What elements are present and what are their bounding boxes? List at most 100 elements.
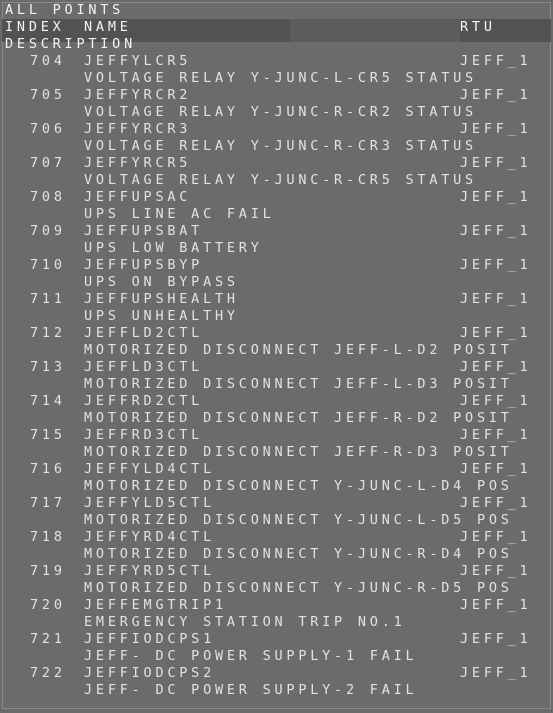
point-name: JEFFYRCR3	[84, 121, 192, 137]
point-rtu: JEFF_1	[460, 291, 532, 307]
rtu-column-header[interactable]: RTU	[460, 19, 496, 36]
point-index: 714	[30, 393, 66, 409]
index-column-header[interactable]: INDEX	[5, 19, 65, 36]
point-row[interactable]: 722 JEFFIODCPS2 JEFF_1	[2, 665, 551, 682]
point-rtu: JEFF_1	[460, 257, 532, 273]
point-description: VOLTAGE RELAY Y-JUNC-R-CR3 STATUS	[84, 138, 477, 154]
point-rtu: JEFF_1	[460, 121, 532, 137]
point-description: EMERGENCY STATION TRIP NO.1	[84, 614, 406, 630]
point-row[interactable]: 707 JEFFYRCR5 JEFF_1	[2, 155, 551, 172]
point-row[interactable]: 710 JEFFUPSBYP JEFF_1	[2, 257, 551, 274]
point-index: 712	[30, 325, 66, 341]
point-index: 708	[30, 189, 66, 205]
point-name: JEFFYRD5CTL	[84, 563, 215, 579]
point-name: JEFFYLCR5	[84, 53, 192, 69]
point-index: 704	[30, 53, 66, 69]
point-description-row[interactable]: VOLTAGE RELAY Y-JUNC-L-CR5 STATUS	[2, 70, 551, 87]
point-description-row[interactable]: VOLTAGE RELAY Y-JUNC-R-CR2 STATUS	[2, 104, 551, 121]
point-name: JEFFRD3CTL	[84, 427, 204, 443]
point-index: 716	[30, 461, 66, 477]
point-description-row[interactable]: EMERGENCY STATION TRIP NO.1	[2, 614, 551, 631]
points-list-window: ALL POINTS INDEX NAME RTU DESCRIPTION 70…	[2, 2, 551, 709]
point-name: JEFFUPSBYP	[84, 257, 204, 273]
point-row[interactable]: 715 JEFFRD3CTL JEFF_1	[2, 427, 551, 444]
point-row[interactable]: 706 JEFFYRCR3 JEFF_1	[2, 121, 551, 138]
point-description-row[interactable]: MOTORIZED DISCONNECT Y-JUNC-L-D5 POS	[2, 512, 551, 529]
name-column-header[interactable]: NAME	[84, 19, 132, 36]
point-description-row[interactable]: MOTORIZED DISCONNECT JEFF-R-D3 POSIT	[2, 444, 551, 461]
point-description: VOLTAGE RELAY Y-JUNC-L-CR5 STATUS	[84, 70, 477, 86]
point-name: JEFFEMGTRIP1	[84, 597, 227, 613]
point-rtu: JEFF_1	[460, 461, 532, 477]
point-description-row[interactable]: MOTORIZED DISCONNECT JEFF-L-D3 POSIT	[2, 376, 551, 393]
point-row[interactable]: 708 JEFFUPSAC JEFF_1	[2, 189, 551, 206]
point-name: JEFFLD3CTL	[84, 359, 204, 375]
point-index: 722	[30, 665, 66, 681]
point-description: JEFF- DC POWER SUPPLY-2 FAIL	[84, 682, 418, 698]
point-description-row[interactable]: MOTORIZED DISCONNECT Y-JUNC-R-D4 POS	[2, 546, 551, 563]
point-rtu: JEFF_1	[460, 495, 532, 511]
points-list: 704 JEFFYLCR5 JEFF_1 VOLTAGE RELAY Y-JUNC-L…	[2, 53, 551, 699]
point-description: MOTORIZED DISCONNECT Y-JUNC-R-D5 POS	[84, 580, 513, 596]
point-name: JEFFUPSBAT	[84, 223, 204, 239]
point-description-row[interactable]: UPS LINE AC FAIL	[2, 206, 551, 223]
point-description: MOTORIZED DISCONNECT JEFF-R-D3 POSIT	[84, 444, 513, 460]
point-description-row[interactable]: JEFF- DC POWER SUPPLY-2 FAIL	[2, 682, 551, 699]
point-index: 718	[30, 529, 66, 545]
point-rtu: JEFF_1	[460, 325, 532, 341]
point-name: JEFFIODCPS2	[84, 665, 215, 681]
point-description-row[interactable]: VOLTAGE RELAY Y-JUNC-R-CR3 STATUS	[2, 138, 551, 155]
point-row[interactable]: 721 JEFFIODCPS1 JEFF_1	[2, 631, 551, 648]
point-rtu: JEFF_1	[460, 155, 532, 171]
point-rtu: JEFF_1	[460, 665, 532, 681]
point-name: JEFFYRCR5	[84, 155, 192, 171]
point-row[interactable]: 705 JEFFYRCR2 JEFF_1	[2, 87, 551, 104]
point-description: MOTORIZED DISCONNECT Y-JUNC-L-D4 POS	[84, 478, 513, 494]
point-rtu: JEFF_1	[460, 393, 532, 409]
point-rtu: JEFF_1	[460, 223, 532, 239]
point-row[interactable]: 717 JEFFYLD5CTL JEFF_1	[2, 495, 551, 512]
point-index: 707	[30, 155, 66, 171]
point-index: 720	[30, 597, 66, 613]
point-row[interactable]: 714 JEFFRD2CTL JEFF_1	[2, 393, 551, 410]
point-description-row[interactable]: UPS ON BYPASS	[2, 274, 551, 291]
point-row[interactable]: 704 JEFFYLCR5 JEFF_1	[2, 53, 551, 70]
point-rtu: JEFF_1	[460, 189, 532, 205]
point-index: 710	[30, 257, 66, 273]
point-row[interactable]: 719 JEFFYRD5CTL JEFF_1	[2, 563, 551, 580]
title-row: ALL POINTS	[2, 2, 551, 19]
point-rtu: JEFF_1	[460, 631, 532, 647]
point-rtu: JEFF_1	[460, 87, 532, 103]
point-rtu: JEFF_1	[460, 53, 532, 69]
point-row[interactable]: 711 JEFFUPSHEALTH JEFF_1	[2, 291, 551, 308]
point-description: VOLTAGE RELAY Y-JUNC-R-CR2 STATUS	[84, 104, 477, 120]
point-name: JEFFLD2CTL	[84, 325, 204, 341]
point-description: MOTORIZED DISCONNECT Y-JUNC-L-D5 POS	[84, 512, 513, 528]
point-index: 721	[30, 631, 66, 647]
point-rtu: JEFF_1	[460, 597, 532, 613]
point-description-row[interactable]: MOTORIZED DISCONNECT Y-JUNC-L-D4 POS	[2, 478, 551, 495]
point-description-row[interactable]: MOTORIZED DISCONNECT JEFF-R-D2 POSIT	[2, 410, 551, 427]
point-name: JEFFUPSAC	[84, 189, 192, 205]
point-row[interactable]: 709 JEFFUPSBAT JEFF_1	[2, 223, 551, 240]
point-index: 713	[30, 359, 66, 375]
point-description-row[interactable]: MOTORIZED DISCONNECT JEFF-L-D2 POSIT	[2, 342, 551, 359]
description-column-header[interactable]: DESCRIPTION	[5, 36, 136, 53]
point-description-row[interactable]: UPS LOW BATTERY	[2, 240, 551, 257]
point-row[interactable]: 716 JEFFYLD4CTL JEFF_1	[2, 461, 551, 478]
description-header-row[interactable]: DESCRIPTION	[2, 36, 551, 53]
point-row[interactable]: 713 JEFFLD3CTL JEFF_1	[2, 359, 551, 376]
point-description-row[interactable]: UPS UNHEALTHY	[2, 308, 551, 325]
point-row[interactable]: 712 JEFFLD2CTL JEFF_1	[2, 325, 551, 342]
point-description-row[interactable]: VOLTAGE RELAY Y-JUNC-R-CR5 STATUS	[2, 172, 551, 189]
point-name: JEFFRD2CTL	[84, 393, 204, 409]
column-header-row[interactable]: INDEX NAME RTU	[2, 19, 551, 36]
point-description-row[interactable]: JEFF- DC POWER SUPPLY-1 FAIL	[2, 648, 551, 665]
point-name: JEFFYRD4CTL	[84, 529, 215, 545]
point-row[interactable]: 718 JEFFYRD4CTL JEFF_1	[2, 529, 551, 546]
point-index: 719	[30, 563, 66, 579]
point-description-row[interactable]: MOTORIZED DISCONNECT Y-JUNC-R-D5 POS	[2, 580, 551, 597]
point-description: UPS ON BYPASS	[84, 274, 239, 290]
point-description: VOLTAGE RELAY Y-JUNC-R-CR5 STATUS	[84, 172, 477, 188]
point-row[interactable]: 720 JEFFEMGTRIP1 JEFF_1	[2, 597, 551, 614]
